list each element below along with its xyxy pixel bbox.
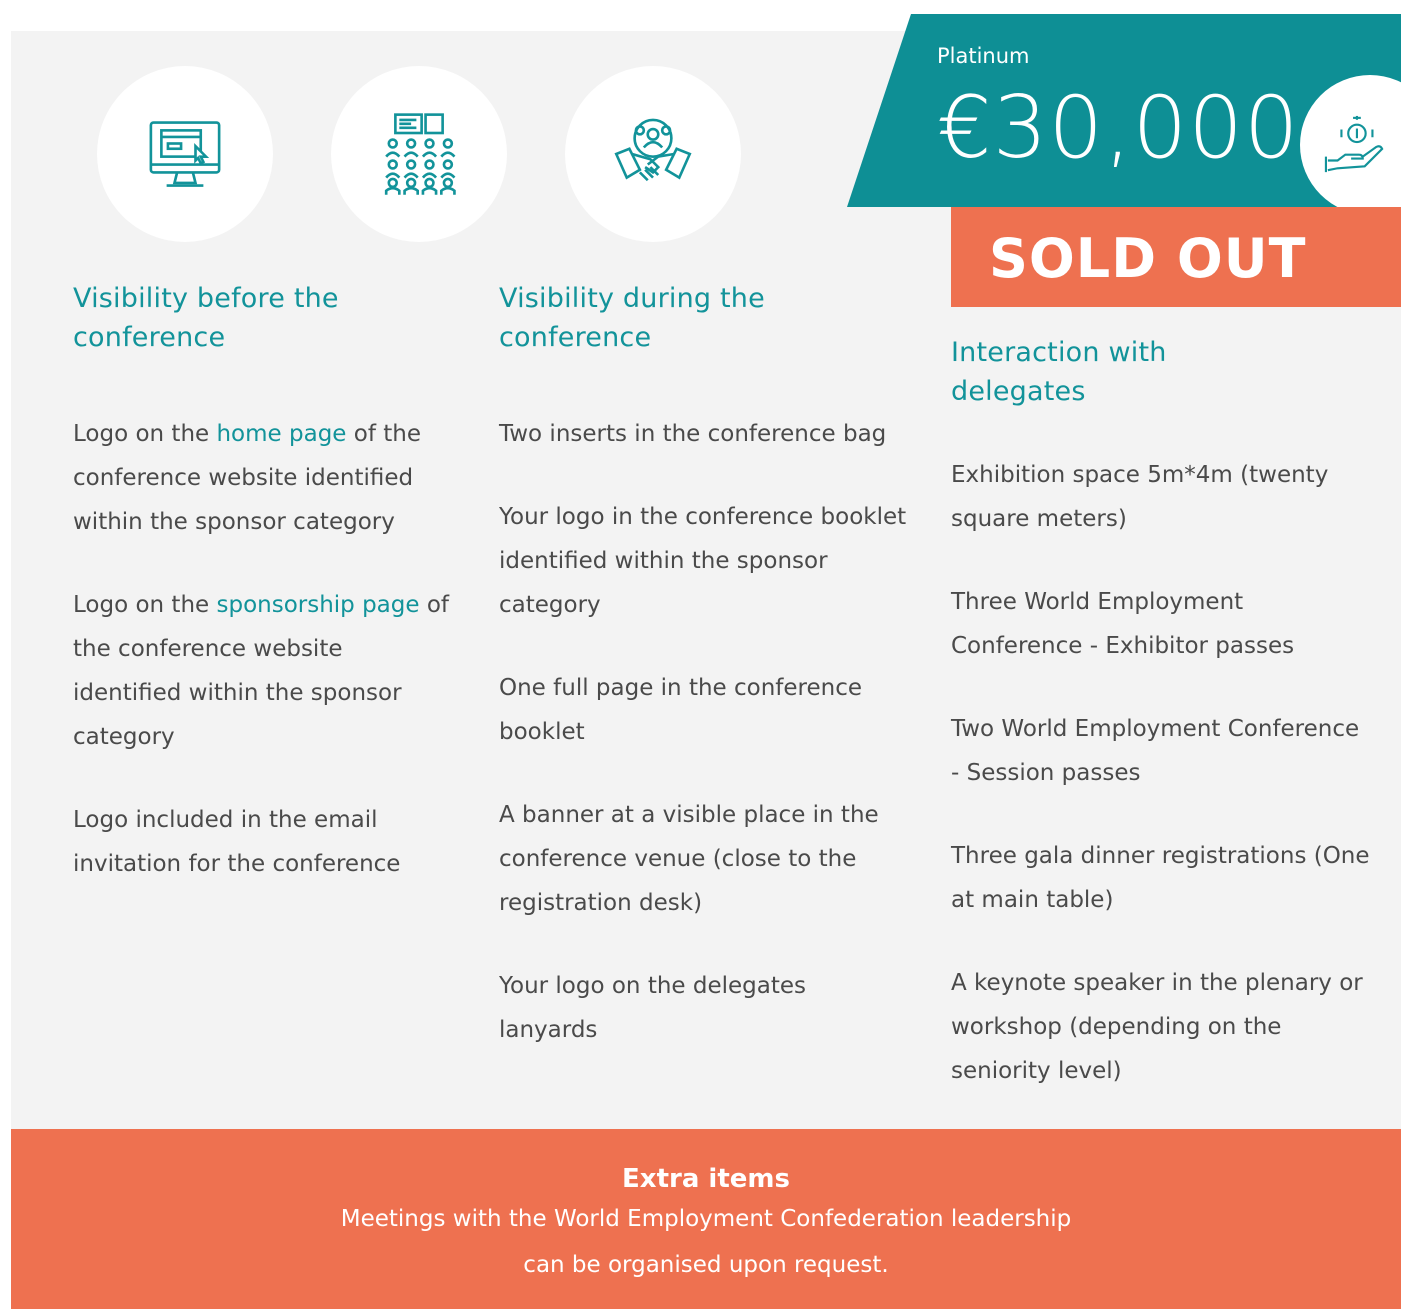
list-item-text: Logo on the (73, 421, 217, 447)
list-item: Logo on the home page of the conference … (73, 412, 453, 544)
list-item: Logo included in the email invitation fo… (73, 807, 401, 877)
benefit-list: Logo on the home page of the conference … (73, 412, 453, 886)
list-item: Your logo in the conference booklet iden… (499, 504, 907, 618)
extra-items-banner: Extra items Meetings with the World Empl… (11, 1129, 1401, 1309)
column-interaction: Interaction with delegates Exhibition sp… (951, 333, 1371, 1093)
list-item: Your logo on the delegates lanyards (499, 973, 807, 1043)
extra-items-title: Extra items (622, 1164, 790, 1194)
list-item: Logo on the sponsorship page of the conf… (73, 583, 453, 759)
sold-out-badge: SOLD OUT (951, 207, 1401, 307)
extra-items-line: Meetings with the World Employment Confe… (340, 1206, 1072, 1232)
column-title: Interaction with delegates (951, 337, 1167, 407)
sponsorship-page-link[interactable]: sponsorship page (216, 592, 419, 618)
audience-presentation-icon (331, 66, 507, 242)
home-page-link[interactable]: home page (216, 421, 346, 447)
list-item-text: Logo on the (73, 592, 217, 618)
column-during-conference: Visibility during the conference Two ins… (499, 279, 909, 1052)
handshake-team-icon (565, 66, 741, 242)
column-before-conference: Visibility before the conference Logo on… (73, 279, 453, 886)
computer-screen-icon (97, 66, 273, 242)
list-item: Exhibition space 5m*4m (twenty square me… (951, 462, 1329, 532)
list-item: Two inserts in the conference bag (499, 421, 887, 447)
list-item: Two World Employment Conference - Sessio… (951, 716, 1360, 786)
column-title: Visibility before the conference (73, 283, 339, 353)
price-tier-label: Platinum (937, 44, 1030, 68)
list-item: Three gala dinner registrations (One at … (951, 843, 1370, 913)
list-item: A keynote speaker in the plenary or work… (951, 970, 1363, 1084)
benefit-list: Exhibition space 5m*4m (twenty square me… (951, 453, 1371, 1093)
column-title: Visibility during the conference (499, 283, 765, 353)
list-item: A banner at a visible place in the confe… (499, 802, 879, 916)
benefit-list: Two inserts in the conference bag Your l… (499, 412, 909, 1052)
price-amount: €30,000 (937, 78, 1300, 178)
list-item: One full page in the conference booklet (499, 675, 863, 745)
extra-items-line: can be organised upon request. (523, 1252, 889, 1278)
list-item: Three World Employment Conference - Exhi… (951, 589, 1295, 659)
